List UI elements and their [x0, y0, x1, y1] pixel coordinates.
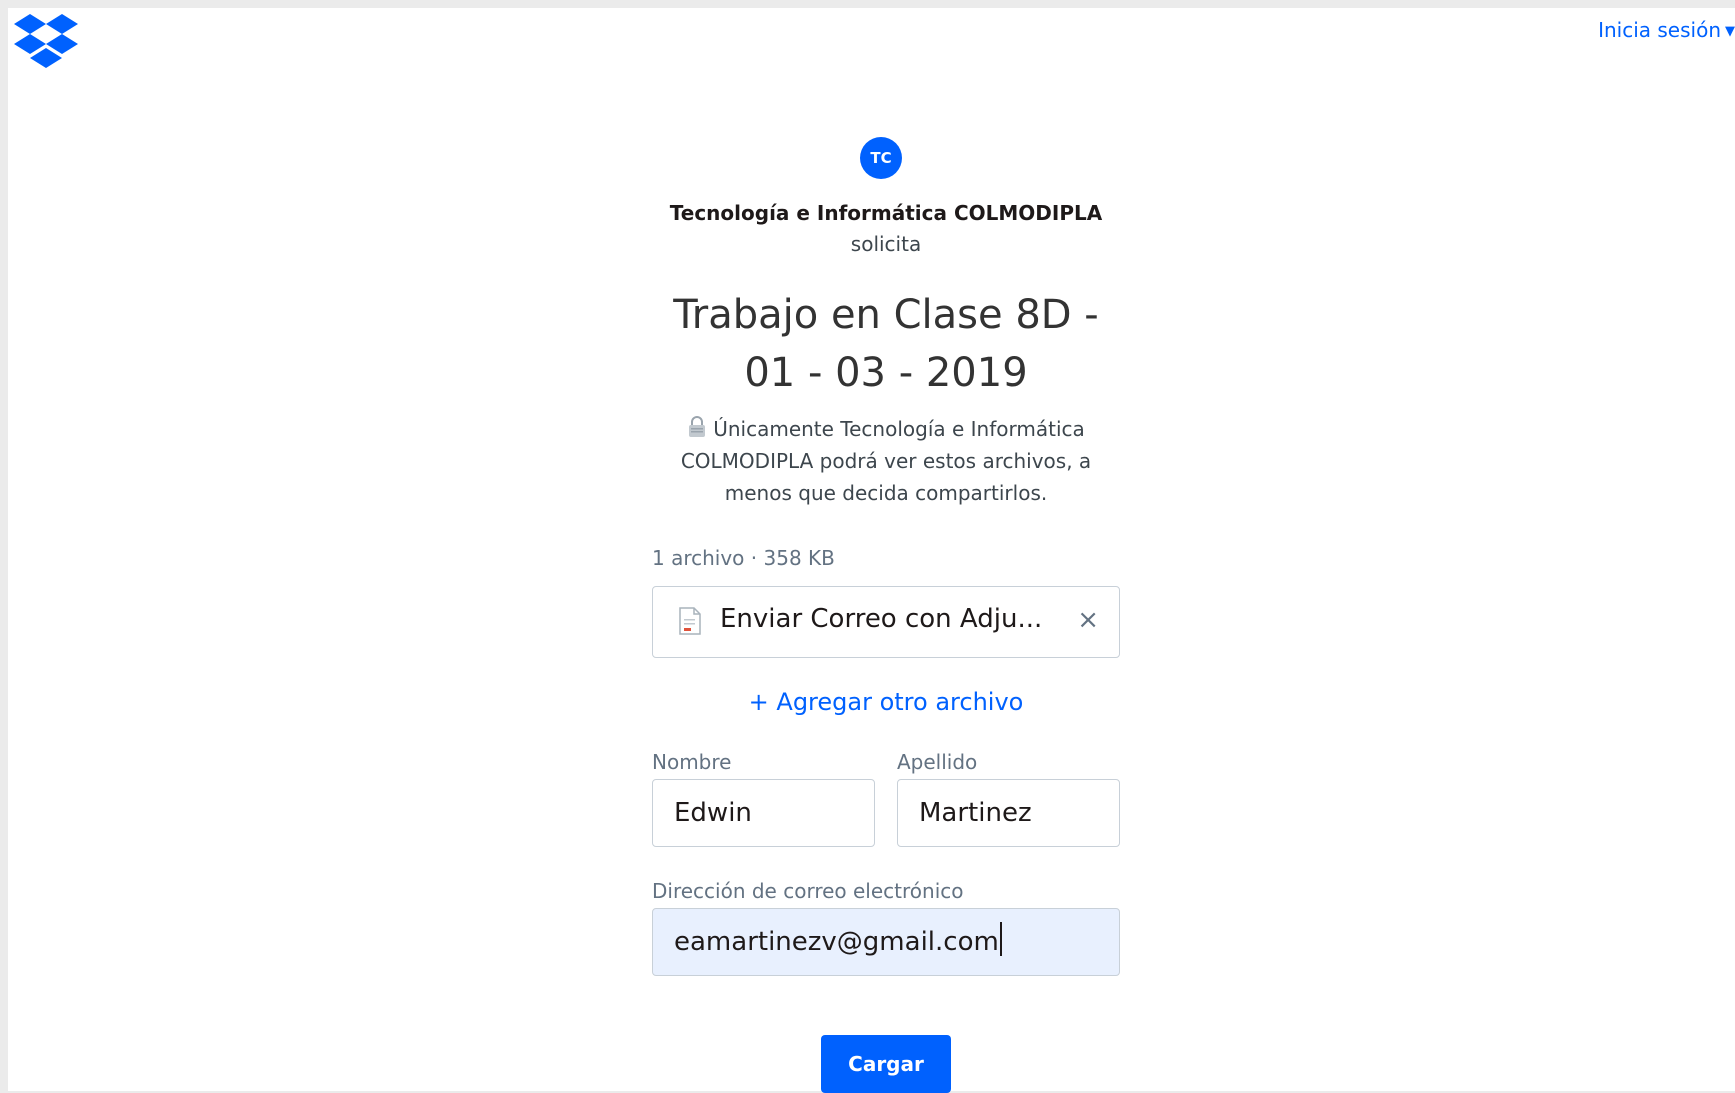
first-name-label: Nombre [652, 750, 732, 774]
file-name: Enviar Correo con Adju... [720, 604, 1043, 634]
signin-label[interactable]: Inicia sesión [1598, 18, 1721, 42]
signin-menu[interactable]: Inicia sesión ▼ [1598, 18, 1735, 42]
title-line-1: Trabajo en Clase 8D - [673, 292, 1099, 338]
pdf-file-icon [679, 607, 701, 635]
lock-icon [689, 416, 706, 437]
title-line-2: 01 - 03 - 2019 [744, 350, 1028, 396]
text-cursor [999, 922, 1002, 956]
last-name-value: Martinez [919, 798, 1032, 828]
avatar: TC [860, 137, 902, 179]
add-file-link[interactable]: + Agregar otro archivo [652, 688, 1120, 716]
file-summary: 1 archivo · 358 KB [652, 546, 835, 570]
first-name-field[interactable]: Edwin [652, 779, 875, 847]
page-title: Trabajo en Clase 8D - 01 - 03 - 2019 [652, 286, 1120, 402]
requester-name: Tecnología e Informática COLMODIPLA [669, 201, 1103, 225]
chevron-down-icon: ▼ [1725, 24, 1735, 39]
upload-button[interactable]: Cargar [821, 1035, 951, 1093]
last-name-field[interactable]: Martinez [897, 779, 1120, 847]
privacy-line-2: COLMODIPLA podrá ver estos archivos, a [680, 449, 1092, 473]
first-name-value: Edwin [674, 798, 752, 828]
dropbox-logo-icon[interactable] [14, 14, 78, 68]
privacy-line-3: menos que decida compartirlos. [724, 481, 1048, 505]
file-item: Enviar Correo con Adju... × [652, 586, 1120, 658]
privacy-line-1: Únicamente Tecnología e Informática [713, 417, 1085, 441]
email-field[interactable]: eamartinezv@gmail.com [652, 908, 1120, 976]
last-name-label: Apellido [897, 750, 978, 774]
email-label: Dirección de correo electrónico [652, 879, 964, 903]
remove-file-icon[interactable]: × [1077, 607, 1099, 633]
requests-text: solicita [850, 232, 922, 256]
email-value: eamartinezv@gmail.com [674, 927, 999, 957]
page: Inicia sesión ▼ TC Tecnología e Informáti… [8, 8, 1735, 1093]
privacy-notice: Únicamente Tecnología e Informática COLM… [652, 413, 1120, 509]
